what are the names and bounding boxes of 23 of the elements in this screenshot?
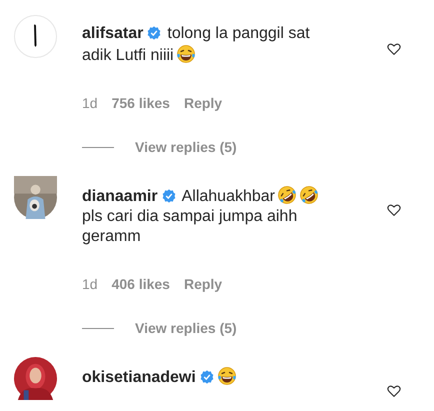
comment-age: 1d xyxy=(82,94,98,113)
view-replies-link[interactable]: View replies (5) xyxy=(135,318,237,338)
reply-link[interactable]: Reply xyxy=(184,93,222,113)
comment-text: tolong la panggil sat xyxy=(167,24,310,44)
username[interactable]: okisetianadewi xyxy=(82,369,196,386)
username[interactable]: alifsatar xyxy=(82,25,144,42)
heart-icon[interactable] xyxy=(386,202,402,218)
comment-text: geramm xyxy=(82,227,141,247)
likes-link[interactable]: 756 likes xyxy=(112,93,170,113)
comment-text: pls cari dia sampai jumpa aihh xyxy=(82,207,298,227)
comment-age: 1d xyxy=(82,275,98,294)
laughing-face-icon xyxy=(176,44,196,64)
reply-link[interactable]: Reply xyxy=(184,274,222,294)
comment-text: Allahuakhbar xyxy=(182,187,275,207)
heart-icon[interactable] xyxy=(386,41,402,57)
rolling-laughing-face-icon xyxy=(299,185,319,205)
username[interactable]: dianaamir xyxy=(82,188,158,205)
laughing-face-icon xyxy=(216,366,237,386)
heart-icon[interactable] xyxy=(386,383,402,399)
likes-link[interactable]: 406 likes xyxy=(112,274,170,294)
rolling-laughing-face-icon xyxy=(277,185,297,205)
comment-text: adik Lutfi niiii xyxy=(82,46,174,66)
view-replies-link[interactable]: View replies (5) xyxy=(135,137,237,157)
